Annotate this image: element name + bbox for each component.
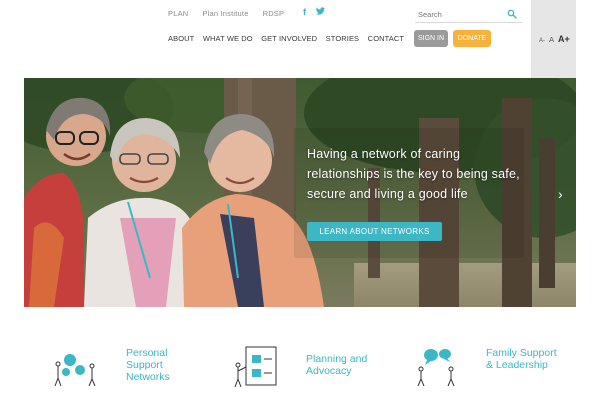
util-link-plan[interactable]: PLAN	[168, 9, 188, 18]
sign-in-button[interactable]: SIGN IN	[414, 30, 448, 47]
features-section: Personal Support Networks Planning and A…	[0, 307, 600, 400]
search-input[interactable]	[418, 8, 503, 20]
main-nav: ABOUT WHAT WE DO GET INVOLVED STORIES CO…	[168, 34, 413, 43]
chevron-right-icon[interactable]: ›	[558, 186, 563, 202]
social-links: f	[303, 7, 325, 17]
util-link-plan-institute[interactable]: Plan Institute	[202, 9, 248, 18]
nav-about[interactable]: ABOUT	[168, 34, 194, 43]
learn-about-networks-button[interactable]: LEARN ABOUT NETWORKS	[307, 222, 442, 241]
search-box	[415, 5, 523, 23]
font-size-controls: A- A A+	[539, 34, 570, 44]
network-gears-icon	[54, 354, 96, 387]
feature-label[interactable]: Planning and Advocacy	[306, 353, 406, 377]
nav-what-we-do[interactable]: WHAT WE DO	[203, 34, 253, 43]
hero-banner: Having a network of caring relationships…	[24, 78, 576, 307]
checklist-person-icon	[234, 346, 277, 388]
speech-bubbles-people-icon	[417, 349, 455, 387]
donate-button[interactable]: DONATE	[453, 30, 491, 47]
utility-links: PLAN Plan Institute RDSP	[168, 9, 298, 18]
twitter-icon[interactable]	[316, 7, 325, 17]
feature-label[interactable]: Family Support & Leadership	[486, 347, 566, 371]
util-link-rdsp[interactable]: RDSP	[263, 9, 285, 18]
page: PLAN Plan Institute RDSP f ABOUT WHAT WE…	[0, 0, 600, 400]
font-size-panel: A- A A+	[531, 0, 576, 78]
nav-stories[interactable]: STORIES	[326, 34, 360, 43]
nav-contact[interactable]: CONTACT	[368, 34, 404, 43]
hero-headline: Having a network of caring relationships…	[307, 147, 520, 201]
nav-get-involved[interactable]: GET INVOLVED	[261, 34, 317, 43]
facebook-icon[interactable]: f	[303, 7, 306, 17]
feature-label[interactable]: Personal Support Networks	[126, 347, 206, 383]
font-size-decrease[interactable]: A-	[539, 38, 545, 44]
search-icon[interactable]	[507, 9, 517, 19]
font-size-increase[interactable]: A+	[558, 34, 570, 44]
font-size-normal[interactable]: A	[549, 35, 554, 44]
site-header: PLAN Plan Institute RDSP f ABOUT WHAT WE…	[0, 0, 600, 78]
